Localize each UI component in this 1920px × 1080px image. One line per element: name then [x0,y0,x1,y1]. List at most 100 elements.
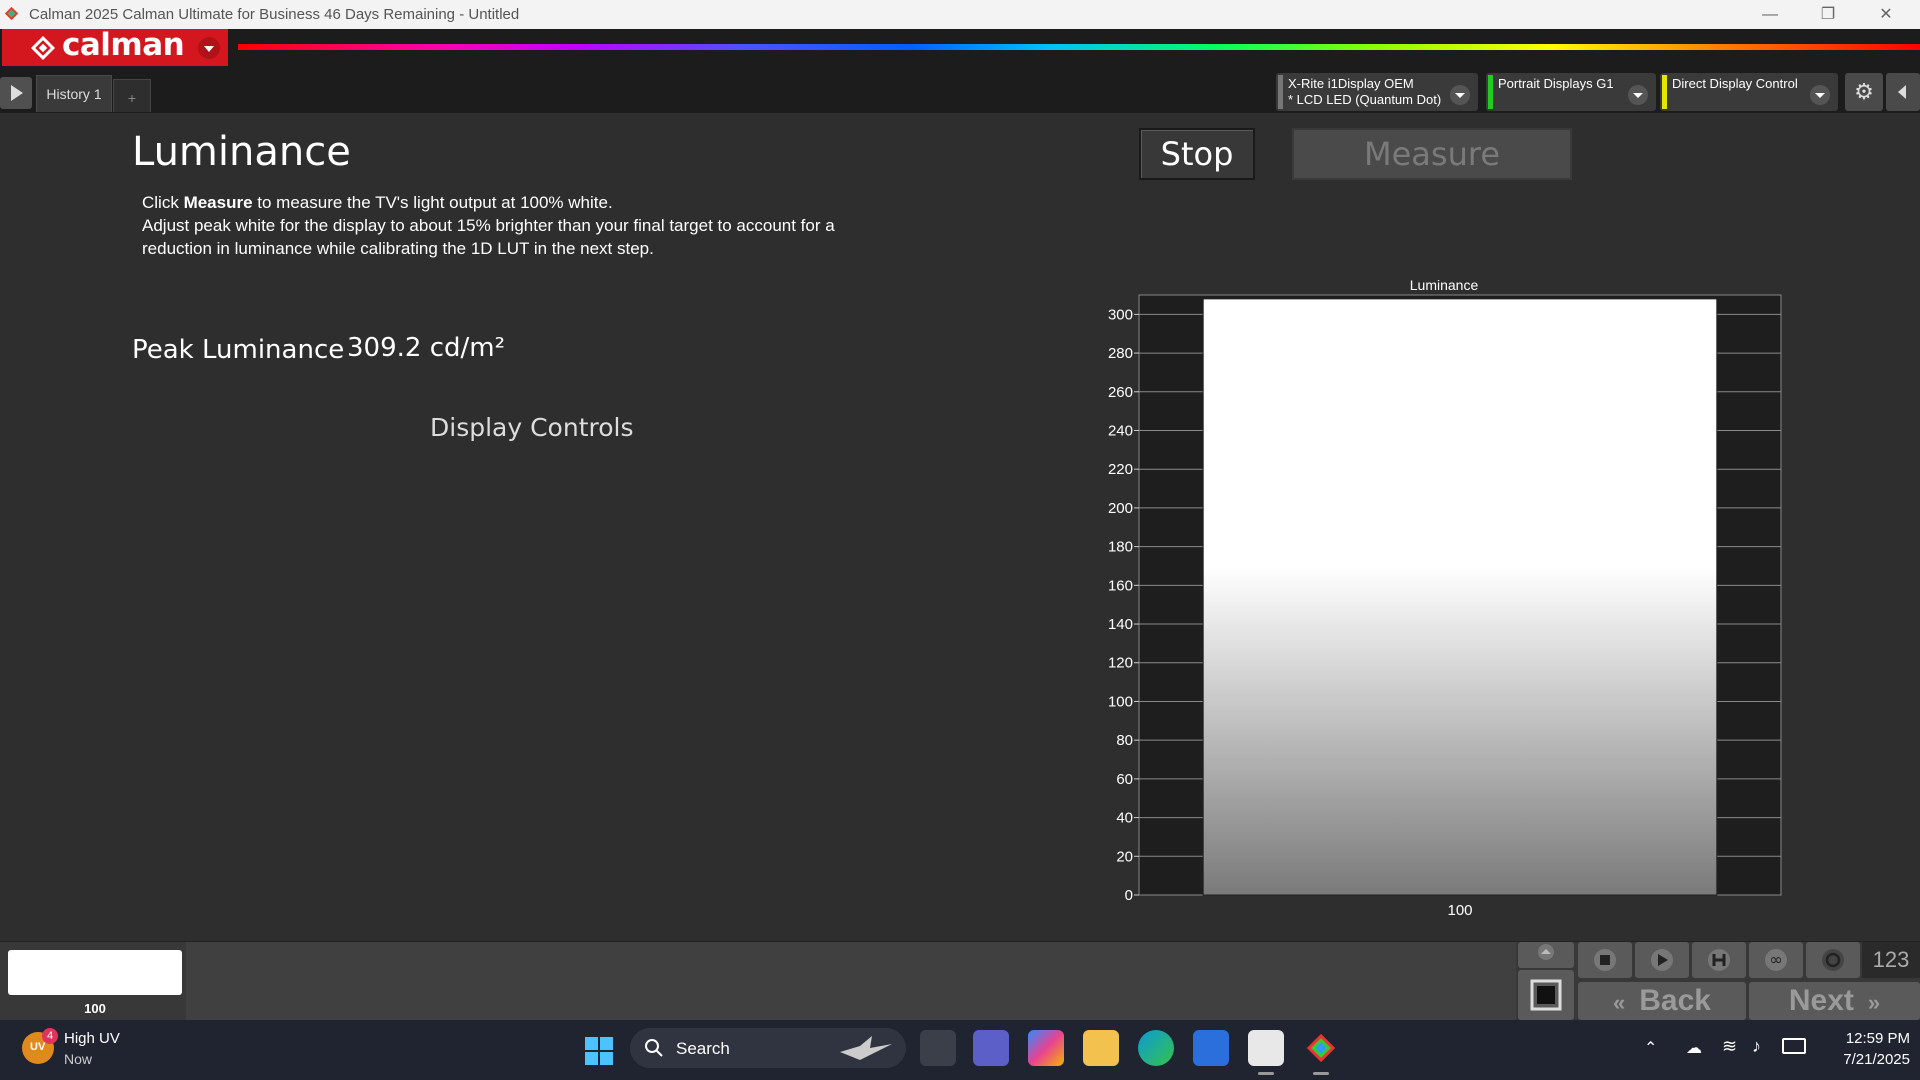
weather-title: High UV [64,1030,120,1047]
chevron-down-icon [198,37,220,59]
instructions-line2: Adjust peak white for the display to abo… [142,216,835,258]
bar-100 [1202,298,1718,896]
y-tick-label: 160 [1108,577,1133,594]
rainbow-strip [238,44,1920,50]
y-tick-label: 120 [1108,655,1133,672]
back-button[interactable]: «Back [1578,982,1746,1020]
taskbar-search[interactable]: Search [630,1028,906,1068]
restore-button[interactable]: ❐ [1800,0,1856,29]
svg-text:∞: ∞ [1769,950,1782,969]
source-selector[interactable]: Portrait Displays G1 [1486,73,1656,111]
continuous-button[interactable]: ∞ [1749,942,1803,978]
peak-luminance-label: Peak Luminance [132,335,345,365]
next-button[interactable]: Next» [1749,982,1920,1020]
y-tick-label: 260 [1108,384,1133,401]
stop-square-icon [1530,979,1562,1011]
source-name: Portrait Displays G1 [1498,76,1614,91]
bird-search-highlight-icon [840,1036,892,1060]
play-icon [1651,949,1673,971]
y-tick-label: 280 [1108,345,1133,362]
meter-profile: * LCD LED (Quantum Dot) [1288,92,1442,107]
meter-name: X-Rite i1Display OEM [1288,76,1414,91]
collapse-panel-button[interactable] [1886,73,1920,111]
y-tick-label: 200 [1108,500,1133,517]
display-name: Direct Display Control [1672,76,1798,91]
app-toolbar: calman History 1 + X-Rite i1Display OEM … [0,27,1920,113]
gear-icon: ⚙ [1854,79,1874,104]
chevron-double-left-icon: « [1613,990,1626,1015]
meter-selector[interactable]: X-Rite i1Display OEM * LCD LED (Quantum … [1276,73,1478,111]
hold-button[interactable] [1692,942,1746,978]
chevron-down-icon [1450,85,1470,105]
copilot-icon[interactable] [1028,1030,1064,1066]
device-status-bar [1278,75,1283,109]
eject-button[interactable] [1518,942,1574,968]
device-status-bar [1488,75,1493,109]
luminance-chart: Luminance 0 20 40 60 80 100 120 140 160 180 200 220… [1108,277,1782,919]
start-button[interactable] [584,1036,614,1066]
y-tick-label: 300 [1108,306,1133,323]
y-tick-label: 0 [1125,887,1133,904]
chevron-left-icon [1898,85,1906,99]
instructions-text: Click Measure to measure the TV's light … [142,191,902,260]
window-title-bar: Calman 2025 Calman Ultimate for Business… [0,0,1920,29]
y-tick-label: 20 [1116,848,1133,865]
volume-icon[interactable]: ♪ [1752,1036,1761,1057]
play-icon [11,85,23,101]
peak-luminance-value: 309.2 cd/m² [347,333,506,363]
chart-title: Luminance [1410,277,1479,293]
device-status-bar [1662,75,1667,109]
clock-time[interactable]: 12:59 PM [1820,1030,1910,1047]
y-tick-label: 100 [1108,693,1133,710]
settings-button[interactable]: ⚙ [1845,73,1883,111]
refresh-button[interactable] [1806,942,1860,978]
onedrive-off-icon[interactable]: ☁ [1686,1038,1702,1058]
chevron-down-icon [1810,85,1830,105]
calman-taskbar-icon[interactable] [1303,1030,1339,1066]
page-title: Luminance [132,129,351,175]
refresh-icon [1822,949,1844,971]
weather-uv-icon[interactable]: UV 4 [22,1028,58,1064]
wifi-icon[interactable]: ≋ [1722,1036,1737,1057]
add-tab-button[interactable]: + [113,79,151,112]
display-selector[interactable]: Direct Display Control [1660,73,1838,111]
battery-icon[interactable] [1782,1038,1806,1054]
chevron-down-icon [1628,85,1648,105]
calman-menu-button[interactable]: calman [2,27,228,66]
stop-pattern-button[interactable] [1518,970,1574,1020]
minimize-button[interactable]: — [1742,0,1798,29]
chevron-double-right-icon: » [1867,990,1881,1015]
y-tick-label: 180 [1108,539,1133,556]
stop-button[interactable]: Stop [1139,128,1255,180]
weather-badge: 4 [42,1028,58,1044]
hold-icon [1708,949,1730,971]
play-workflow-button[interactable] [0,77,32,109]
eject-icon [1538,944,1554,960]
measure-button[interactable]: Measure [1292,128,1572,180]
snipping-tool-icon[interactable] [1248,1030,1284,1066]
store-icon[interactable] [1193,1030,1229,1066]
window-title: Calman 2025 Calman Ultimate for Business… [29,6,520,23]
stop-icon [1594,949,1616,971]
x-tick-label: 100 [1447,902,1472,919]
weather-subtitle: Now [64,1051,93,1067]
clock-date[interactable]: 7/21/2025 [1820,1051,1910,1068]
file-explorer-icon[interactable] [1083,1030,1119,1066]
search-icon [645,1039,663,1057]
close-button[interactable]: ✕ [1858,0,1914,29]
pattern-swatch[interactable] [8,950,182,995]
y-tick-label: 80 [1116,732,1133,749]
pattern-swatch-label: 100 [84,1001,106,1016]
calman-logo-icon [30,35,56,61]
task-view-icon[interactable] [920,1030,956,1066]
play-measure-button[interactable] [1635,942,1689,978]
tab-history-1[interactable]: History 1 [36,75,112,112]
edge-icon[interactable] [1138,1030,1174,1066]
teams-icon[interactable] [973,1030,1009,1066]
infinity-icon: ∞ [1765,949,1787,971]
readout-mode-button[interactable]: 123 [1862,942,1920,978]
chevron-up-icon[interactable]: ⌃ [1644,1038,1657,1058]
stop-measure-button[interactable] [1578,942,1632,978]
windows-icon [585,1037,613,1065]
y-tick-label: 220 [1108,461,1133,478]
